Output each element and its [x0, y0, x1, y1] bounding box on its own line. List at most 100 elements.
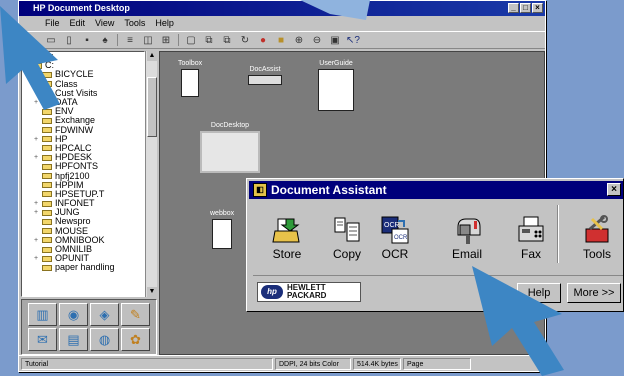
thumbnail-label: UserGuide [319, 60, 353, 67]
scroll-thumb[interactable] [147, 77, 157, 137]
annotate-icon[interactable]: ■ [275, 35, 287, 46]
menu-tools[interactable]: Tools [124, 18, 145, 30]
folder-icon [42, 228, 52, 235]
svg-text:OCR: OCR [394, 235, 408, 241]
status-message: Tutorial [21, 357, 273, 370]
assistant-title-bar[interactable]: ◧ Document Assistant × [249, 181, 623, 199]
thumbnail-docassist[interactable]: DocAssist [248, 66, 282, 85]
tree-item-label: HPFONTS [55, 161, 99, 172]
window-controls: _ □ × [508, 3, 543, 13]
scroll-up-arrow[interactable]: ▲ [147, 51, 157, 61]
zoom-in-icon[interactable]: ⊕ [293, 35, 305, 46]
close-button[interactable]: × [532, 3, 543, 13]
folder-icon [42, 145, 52, 152]
expand-toggle[interactable]: + [34, 135, 40, 144]
folder-icon [42, 163, 52, 170]
folder-icon [42, 136, 52, 143]
launch-bar: ▥ ◉ ◈ ✎ ✉ ▤ ◍ ✿ [21, 299, 157, 355]
fax-button[interactable]: Fax [505, 207, 557, 263]
expand-toggle[interactable]: + [34, 208, 40, 217]
tool-label: Tools [582, 247, 611, 261]
color-icon[interactable]: ● [257, 35, 269, 46]
folder-icon [42, 191, 52, 198]
svg-text:OCR: OCR [384, 222, 400, 229]
folder-icon [42, 127, 52, 134]
expand-toggle[interactable]: + [34, 199, 40, 208]
tools-button[interactable]: Tools [571, 207, 623, 263]
ocr-button[interactable]: OCR OCR OCR [369, 207, 421, 263]
folder-icon [42, 182, 52, 189]
copy-icon [334, 217, 360, 242]
disk-launch-icon[interactable]: ◈ [90, 303, 119, 326]
cd-launch-icon[interactable]: ◉ [59, 303, 88, 326]
assistant-title: Document Assistant [271, 183, 387, 197]
thumbnail-label: DocDesktop [210, 122, 250, 129]
view-list-icon[interactable]: ≡ [124, 35, 136, 46]
folder-icon [42, 218, 52, 225]
toolbar-separator [178, 34, 179, 46]
menu-help[interactable]: Help [155, 18, 174, 30]
palette-launch-icon[interactable]: ✿ [121, 328, 150, 351]
note-launch-icon[interactable]: ▤ [59, 328, 88, 351]
thumbnail-page [318, 69, 354, 111]
folder-icon [42, 173, 52, 180]
view-pages-icon[interactable]: ⊞ [160, 35, 172, 46]
expand-toggle[interactable]: + [34, 236, 40, 245]
zoom-out-icon[interactable]: ⊖ [311, 35, 323, 46]
mail-launch-icon[interactable]: ✉ [28, 328, 57, 351]
thumbnail-webbox[interactable]: webbox [210, 210, 234, 249]
stack-icon[interactable]: ⧉ [203, 35, 215, 46]
tree-item[interactable]: FDWINW [22, 125, 144, 135]
fit-page-icon[interactable]: ▣ [329, 35, 341, 46]
hp-logo: hp HEWLETT PACKARD [257, 282, 361, 302]
menu-view[interactable]: View [95, 18, 114, 30]
callout-arrow-bottom [472, 266, 564, 376]
find-binoculars-icon[interactable]: ♠ [99, 35, 111, 46]
tools-separator [557, 205, 559, 263]
ocr-icon: OCR OCR [381, 216, 409, 244]
save-icon[interactable]: ▪ [81, 35, 93, 46]
hp-wordmark-line2: PACKARD [287, 291, 327, 300]
help-pointer-icon[interactable]: ↖? [346, 35, 360, 46]
globe-launch-icon[interactable]: ◍ [90, 328, 119, 351]
callout-arrow-top-left [0, 6, 60, 110]
thumbnail-docdesktop[interactable]: DocDesktop [200, 122, 260, 173]
expand-toggle[interactable]: + [34, 153, 40, 162]
tree-item[interactable]: + INFONET [22, 199, 144, 208]
tool-label: Store [272, 247, 302, 261]
tools-icon [585, 215, 609, 243]
callout-arrow-top [300, 0, 370, 20]
assistant-close-button[interactable]: × [607, 183, 621, 196]
page-icon[interactable]: ▢ [185, 35, 197, 46]
window-title-bar[interactable]: HP Document Desktop _ □ × [19, 1, 545, 16]
tool-label: Copy [332, 247, 361, 261]
scanner-launch-icon[interactable]: ▥ [28, 303, 57, 326]
view-split-icon[interactable]: ◫ [142, 35, 154, 46]
paint-launch-icon[interactable]: ✎ [121, 303, 150, 326]
tree-item-label: paper handling [55, 262, 115, 273]
toolbar-separator [117, 34, 118, 46]
hp-badge: hp [261, 285, 283, 299]
assistant-app-icon: ◧ [253, 183, 267, 197]
thumbnail-toolbox[interactable]: Toolbox [178, 60, 202, 97]
minimize-button[interactable]: _ [508, 3, 519, 13]
scroll-down-arrow[interactable]: ▼ [147, 287, 157, 297]
email-button[interactable]: Email [441, 207, 493, 263]
tool-label: OCR [381, 247, 409, 261]
assistant-tools: Store Copy OCR OCR OCR Email Fax Tools [253, 207, 623, 263]
thumbnail-label: Toolbox [178, 60, 203, 67]
copy-button[interactable]: Copy [321, 207, 373, 263]
unstack-icon[interactable]: ⧉ [221, 35, 233, 46]
expand-toggle[interactable]: + [34, 254, 40, 263]
store-icon [272, 218, 300, 243]
store-button[interactable]: Store [261, 207, 313, 263]
rotate-icon[interactable]: ↻ [239, 35, 251, 46]
status-file-size: 514.4K bytes [353, 357, 401, 370]
thumbnail-label: DocAssist [249, 66, 281, 73]
thumbnail-userguide[interactable]: UserGuide [318, 60, 354, 111]
tree-item[interactable]: paper handling [22, 263, 144, 272]
more-button[interactable]: More >> [567, 283, 621, 303]
maximize-button[interactable]: □ [520, 3, 531, 13]
thumbnail-page [248, 75, 282, 85]
tree-scrollbar[interactable]: ▲ ▼ [145, 51, 157, 297]
